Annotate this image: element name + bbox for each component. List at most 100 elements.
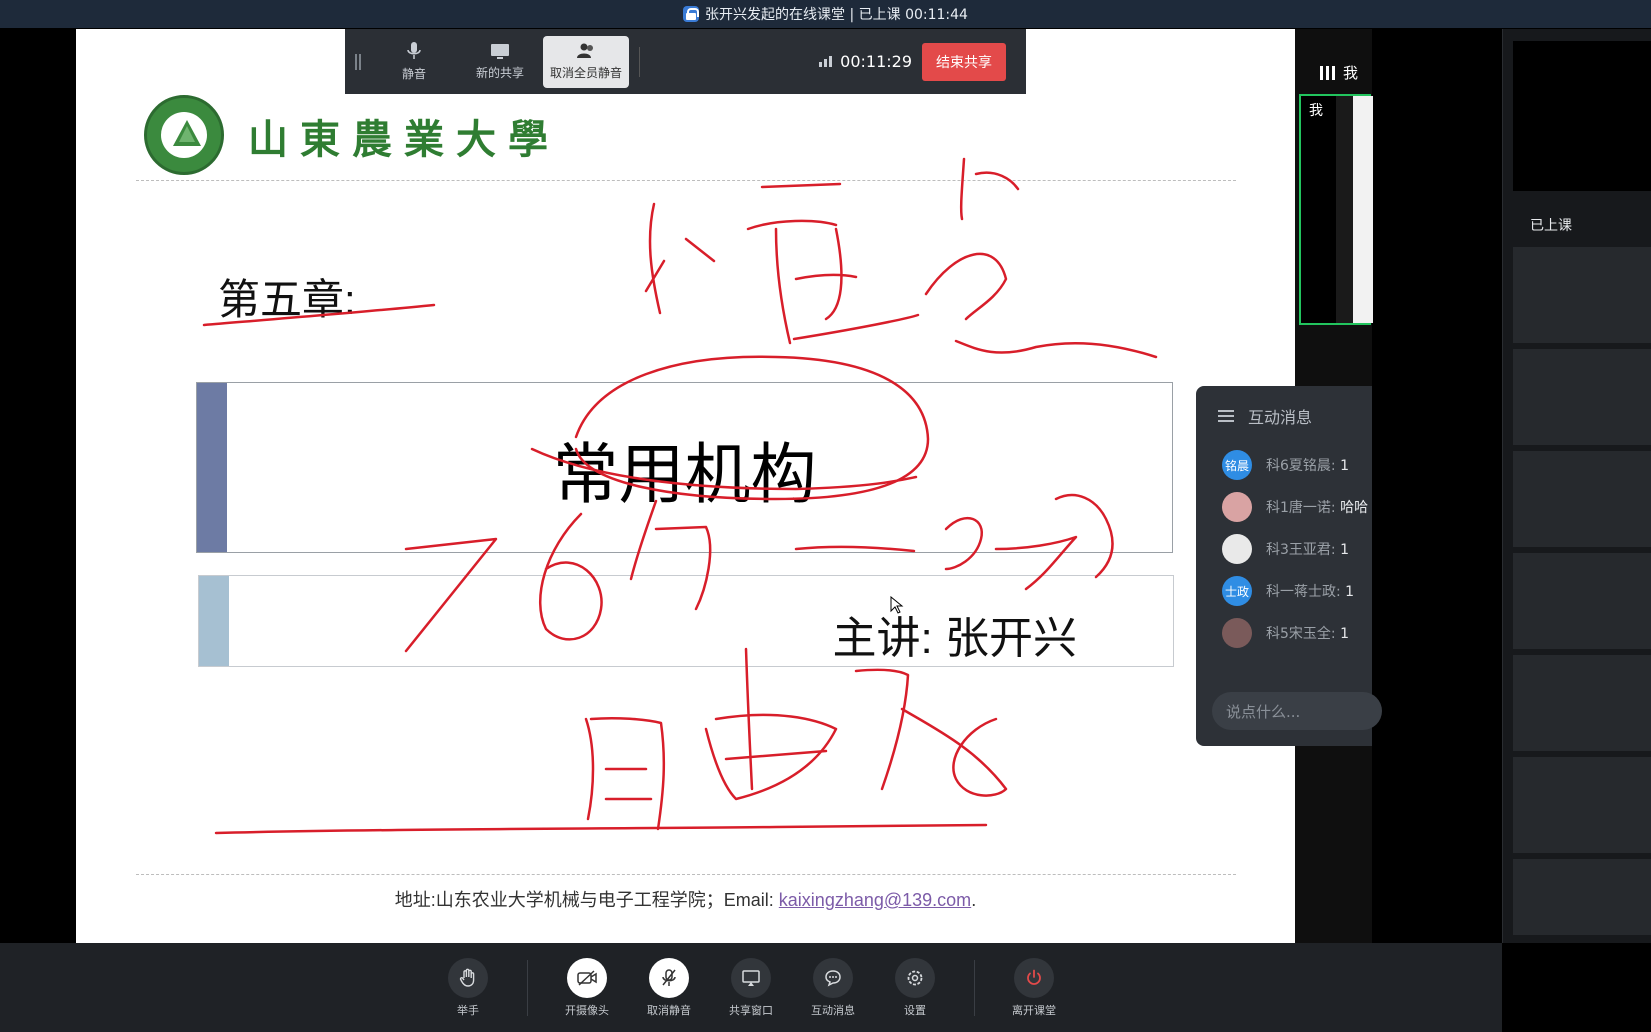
chat-message: 科3王亚君: 1 [1222, 534, 1349, 564]
settings-label: 设置 [904, 1003, 926, 1017]
sender-name: 科5宋玉全: [1266, 626, 1336, 642]
chat-header: 互动消息 [1218, 404, 1312, 428]
participant-tile[interactable] [1513, 757, 1651, 853]
lecturer-box: 主讲: 张开兴 [198, 575, 1174, 667]
bar-separator [974, 959, 975, 1016]
message-text: 1 [1340, 542, 1349, 558]
self-video-tile[interactable]: 我 [1299, 94, 1373, 325]
participant-tile[interactable] [1513, 451, 1651, 547]
messages-button[interactable]: 互动消息 [809, 957, 857, 1018]
message-text: 哈哈 [1340, 500, 1369, 516]
chat-title: 互动消息 [1248, 408, 1313, 427]
ink-stroke [684, 237, 716, 263]
chapter-heading: 第五章: [218, 276, 356, 323]
slide-title: 常用机构 [552, 437, 817, 511]
ink-stroke [648, 202, 662, 315]
chat-message: 士政 科一蒋士政: 1 [1222, 576, 1354, 606]
avatar [1222, 492, 1252, 522]
message-text: 1 [1345, 584, 1355, 600]
footer-divider [136, 874, 1236, 875]
unmute-button[interactable]: 取消静音 [645, 957, 693, 1018]
participant-tile[interactable] [1513, 247, 1651, 343]
drag-handle[interactable] [345, 53, 371, 70]
leave-class-label: 离开课堂 [1012, 1003, 1056, 1017]
users-mute-icon [577, 43, 593, 58]
participant-tile[interactable] [1513, 655, 1651, 751]
leave-class-button[interactable]: 离开课堂 [1010, 957, 1058, 1018]
toolbar-separator [639, 46, 640, 77]
ink-stroke [854, 668, 910, 791]
participant-tile[interactable] [1513, 859, 1651, 935]
interaction-messages-panel: 互动消息 铭晨 科6夏铭晨: 1 科1唐一诺: 哈哈 科3王亚君: 1 士政 科… [1196, 386, 1382, 746]
lecturer-name: 主讲: 张开兴 [832, 614, 1077, 663]
mouse-cursor-icon [890, 596, 904, 614]
mute-label: 静音 [401, 67, 426, 81]
ink-stroke [604, 767, 653, 801]
camera-button[interactable]: 开摄像头 [563, 957, 611, 1018]
participant-tile[interactable] [1513, 349, 1651, 445]
camera-off-icon [577, 969, 597, 986]
sender-name: 科6夏铭晨: [1266, 458, 1336, 474]
chat-bubble-icon [825, 969, 841, 986]
ink-stroke [954, 339, 1158, 359]
gear-icon [907, 970, 923, 985]
university-name: 山東農業大學 [248, 116, 560, 163]
teacher-video-preview[interactable] [1513, 41, 1651, 191]
menu-icon[interactable] [1218, 410, 1234, 422]
new-share-button[interactable]: 新的共享 [457, 36, 543, 88]
unmute-label: 取消静音 [647, 1003, 691, 1017]
ink-stroke [644, 259, 666, 293]
right-sidebar: 已上课 [1502, 29, 1651, 943]
message-text: 1 [1340, 458, 1349, 474]
ink-stroke [774, 227, 792, 345]
raise-hand-button[interactable]: 举手 [444, 957, 492, 1018]
ink-stroke [924, 252, 1008, 321]
settings-button[interactable]: 设置 [891, 957, 939, 1018]
title-box: 常用机构 [196, 382, 1173, 553]
sender-name: 科1唐一诺: [1266, 500, 1336, 516]
microphone-icon [407, 42, 421, 59]
slide-bottom-line [214, 823, 988, 835]
screen-share-icon [491, 44, 509, 59]
new-share-label: 新的共享 [475, 66, 524, 80]
share-screen-icon [742, 969, 760, 986]
share-timer: 00:11:29 [819, 52, 912, 71]
address-text: 地址:山东农业大学机械与电子工程学院；Email: [394, 890, 779, 910]
audio-level-icon [1320, 65, 1335, 80]
participant-tile[interactable] [1513, 553, 1651, 649]
window-title-bar: 张开兴发起的在线课堂 | 已上课 00:11:44 [0, 0, 1651, 28]
share-timer-value: 00:11:29 [840, 52, 912, 71]
mute-button[interactable]: 静音 [371, 36, 457, 88]
address-suffix: . [971, 890, 977, 910]
ink-stroke [746, 219, 838, 231]
ink-stroke [794, 273, 858, 281]
window-title: 张开兴发起的在线课堂 | 已上课 00:11:44 [705, 7, 968, 23]
footer-address: 地址:山东农业大学机械与电子工程学院；Email: kaixingzhang@1… [76, 886, 1295, 912]
ink-stroke [704, 713, 838, 801]
unmute-all-button[interactable]: 取消全员静音 [543, 35, 629, 88]
header-divider [136, 180, 1236, 181]
shared-slide: 山東農業大學 第五章: 常用机构 主讲: 张开兴 地址:山东农业大学机械与电子工… [76, 29, 1295, 943]
chat-message: 科5宋玉全: 1 [1222, 618, 1349, 648]
unmute-all-label: 取消全员静音 [549, 66, 622, 80]
end-share-button[interactable]: 结束共享 [922, 42, 1006, 81]
video-header-label: 我 [1343, 64, 1359, 82]
app-root: 张开兴发起的在线课堂 | 已上课 00:11:44 山東農業大學 第五章: 常用… [0, 0, 1651, 1032]
signal-strength-icon [819, 56, 833, 67]
avatar: 士政 [1222, 576, 1252, 606]
share-window-button[interactable]: 共享窗口 [727, 957, 775, 1018]
ink-stroke [959, 157, 966, 221]
share-window-label: 共享窗口 [729, 1003, 773, 1017]
camera-label: 开摄像头 [565, 1003, 609, 1017]
message-text: 1 [1340, 626, 1349, 642]
ink-stroke [589, 716, 666, 831]
power-icon [1027, 969, 1041, 985]
ink-stroke [584, 717, 595, 821]
email-link[interactable]: kaixingzhang@139.com [779, 890, 971, 910]
university-logo [144, 95, 224, 175]
chat-input[interactable]: 说点什么... [1212, 692, 1382, 730]
microphone-off-icon [662, 968, 676, 986]
avatar: 铭晨 [1222, 450, 1252, 480]
lock-icon [683, 6, 700, 22]
bottom-control-bar: 举手 开摄像头 取消静音 共享窗口 互动消息 设置 离开课堂 [0, 943, 1502, 1032]
